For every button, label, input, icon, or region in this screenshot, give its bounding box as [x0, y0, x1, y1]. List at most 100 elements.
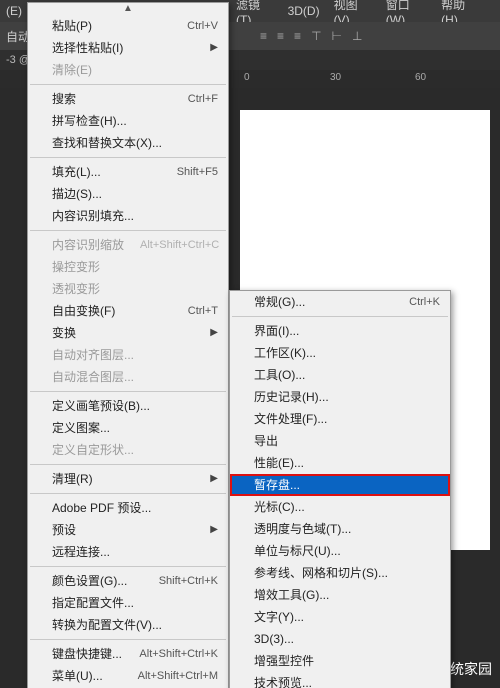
- pref-scratch-disks[interactable]: 暂存盘...: [230, 474, 450, 496]
- menu-keyboard-shortcuts[interactable]: 键盘快捷键... Alt+Shift+Ctrl+K: [28, 643, 228, 665]
- pref-file-handling[interactable]: 文件处理(F)...: [230, 408, 450, 430]
- menu-paste[interactable]: 粘贴(P) Ctrl+V: [28, 15, 228, 37]
- separator: [30, 391, 226, 392]
- pref-workspace[interactable]: 工作区(K)...: [230, 342, 450, 364]
- menu-presets[interactable]: 预设 ▶: [28, 519, 228, 541]
- menu-item-label: 界面(I)...: [254, 322, 299, 340]
- shortcut-label: Alt+Shift+Ctrl+M: [138, 667, 218, 685]
- menu-item-label: 工作区(K)...: [254, 344, 316, 362]
- align-middle-icon[interactable]: ⊢: [332, 29, 342, 43]
- pref-guides[interactable]: 参考线、网格和切片(S)...: [230, 562, 450, 584]
- menu-content-aware-fill[interactable]: 内容识别填充...: [28, 205, 228, 227]
- menu-define-brush[interactable]: 定义画笔预设(B)...: [28, 395, 228, 417]
- menu-assign-profile[interactable]: 指定配置文件...: [28, 592, 228, 614]
- menubar-3d[interactable]: 3D(D): [288, 4, 320, 18]
- menu-item-label: 拼写检查(H)...: [52, 112, 127, 130]
- menu-item-label: 定义自定形状...: [52, 441, 134, 459]
- menu-item-label: 菜单(U)...: [52, 667, 103, 685]
- align-center-icon[interactable]: ≡: [277, 29, 284, 43]
- pref-tech-preview[interactable]: 技术预览...: [230, 672, 450, 688]
- align-right-icon[interactable]: ≡: [294, 29, 301, 43]
- menu-item-label: 内容识别缩放: [52, 236, 124, 254]
- menu-paste-special[interactable]: 选择性粘贴(I) ▶: [28, 37, 228, 59]
- pref-3d[interactable]: 3D(3)...: [230, 628, 450, 650]
- ruler-tick: 30: [330, 72, 341, 83]
- separator: [232, 316, 448, 317]
- separator: [30, 84, 226, 85]
- pref-tools[interactable]: 工具(O)...: [230, 364, 450, 386]
- menu-item-label: 增效工具(G)...: [254, 586, 329, 604]
- align-bottom-icon[interactable]: ⊥: [352, 29, 362, 43]
- pref-plugins[interactable]: 增效工具(G)...: [230, 584, 450, 606]
- menu-convert-profile[interactable]: 转换为配置文件(V)...: [28, 614, 228, 636]
- menu-item-label: 搜索: [52, 90, 76, 108]
- pref-enhanced[interactable]: 增强型控件: [230, 650, 450, 672]
- separator: [30, 566, 226, 567]
- submenu-arrow-icon: ▶: [210, 521, 218, 539]
- menu-define-shape: 定义自定形状...: [28, 439, 228, 461]
- pref-units[interactable]: 单位与标尺(U)...: [230, 540, 450, 562]
- menu-fill[interactable]: 填充(L)... Shift+F5: [28, 161, 228, 183]
- menu-item-label: 转换为配置文件(V)...: [52, 616, 162, 634]
- separator: [30, 639, 226, 640]
- menu-item-label: 历史记录(H)...: [254, 388, 329, 406]
- menu-scroll-up-icon[interactable]: ▲: [28, 3, 228, 15]
- menu-transform[interactable]: 变换 ▶: [28, 322, 228, 344]
- menu-stroke[interactable]: 描边(S)...: [28, 183, 228, 205]
- separator: [30, 230, 226, 231]
- menu-adobe-pdf[interactable]: Adobe PDF 预设...: [28, 497, 228, 519]
- menu-item-label: 暂存盘...: [254, 476, 300, 494]
- pref-cursors[interactable]: 光标(C)...: [230, 496, 450, 518]
- pref-general[interactable]: 常规(G)... Ctrl+K: [230, 291, 450, 313]
- menu-color-settings[interactable]: 颜色设置(G)... Shift+Ctrl+K: [28, 570, 228, 592]
- pref-export[interactable]: 导出: [230, 430, 450, 452]
- align-left-icon[interactable]: ≡: [260, 29, 267, 43]
- pref-transparency[interactable]: 透明度与色域(T)...: [230, 518, 450, 540]
- pref-performance[interactable]: 性能(E)...: [230, 452, 450, 474]
- shortcut-label: Alt+Shift+Ctrl+C: [140, 236, 219, 254]
- pref-type[interactable]: 文字(Y)...: [230, 606, 450, 628]
- menu-item-label: 定义画笔预设(B)...: [52, 397, 150, 415]
- menu-spellcheck[interactable]: 拼写检查(H)...: [28, 110, 228, 132]
- pref-history-log[interactable]: 历史记录(H)...: [230, 386, 450, 408]
- menu-item-label: Adobe PDF 预设...: [52, 499, 151, 517]
- menu-search[interactable]: 搜索 Ctrl+F: [28, 88, 228, 110]
- menu-item-label: 变换: [52, 324, 76, 342]
- menu-find-replace[interactable]: 查找和替换文本(X)...: [28, 132, 228, 154]
- preferences-submenu: 常规(G)... Ctrl+K 界面(I)... 工作区(K)... 工具(O)…: [229, 290, 451, 688]
- menu-item-label: 操控变形: [52, 258, 100, 276]
- shortcut-label: Ctrl+F: [188, 90, 218, 108]
- menu-define-pattern[interactable]: 定义图案...: [28, 417, 228, 439]
- ruler-tick: 0: [244, 72, 250, 83]
- menu-content-aware-scale: 内容识别缩放 Alt+Shift+Ctrl+C: [28, 234, 228, 256]
- menu-item-label: 性能(E)...: [254, 454, 304, 472]
- menu-item-label: 导出: [254, 432, 278, 450]
- menu-item-label: 自动对齐图层...: [52, 346, 134, 364]
- menubar-edit[interactable]: (E): [6, 4, 22, 18]
- menu-item-label: 参考线、网格和切片(S)...: [254, 564, 388, 582]
- menu-remote-connections[interactable]: 远程连接...: [28, 541, 228, 563]
- edit-menu: ▲ 粘贴(P) Ctrl+V 选择性粘贴(I) ▶ 清除(E) 搜索 Ctrl+…: [27, 2, 229, 688]
- menu-perspective-warp: 透视变形: [28, 278, 228, 300]
- menu-item-label: 技术预览...: [254, 674, 312, 688]
- menu-item-label: 远程连接...: [52, 543, 110, 561]
- menu-item-label: 颜色设置(G)...: [52, 572, 127, 590]
- menu-purge[interactable]: 清理(R) ▶: [28, 468, 228, 490]
- menu-item-label: 文字(Y)...: [254, 608, 304, 626]
- menu-item-label: 文件处理(F)...: [254, 410, 327, 428]
- menu-puppet-warp: 操控变形: [28, 256, 228, 278]
- pref-interface[interactable]: 界面(I)...: [230, 320, 450, 342]
- menu-item-label: 描边(S)...: [52, 185, 102, 203]
- menu-item-label: 透视变形: [52, 280, 100, 298]
- menu-item-label: 填充(L)...: [52, 163, 101, 181]
- menu-menus[interactable]: 菜单(U)... Alt+Shift+Ctrl+M: [28, 665, 228, 687]
- menu-item-label: 内容识别填充...: [52, 207, 134, 225]
- menu-free-transform[interactable]: 自由变换(F) Ctrl+T: [28, 300, 228, 322]
- menu-item-label: 透明度与色域(T)...: [254, 520, 351, 538]
- align-top-icon[interactable]: ⊤: [311, 29, 321, 43]
- menu-item-label: 清理(R): [52, 470, 93, 488]
- menu-item-label: 增强型控件: [254, 652, 314, 670]
- menu-item-label: 指定配置文件...: [52, 594, 134, 612]
- menu-item-label: 自由变换(F): [52, 302, 115, 320]
- menu-item-label: 工具(O)...: [254, 366, 305, 384]
